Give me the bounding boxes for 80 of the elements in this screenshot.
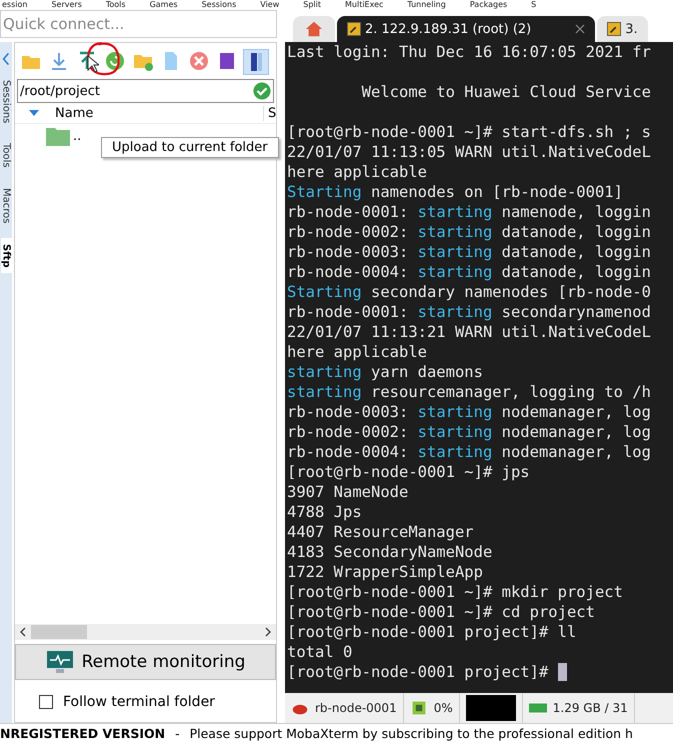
session-tab[interactable]: 3. xyxy=(597,16,648,42)
terminal-line: rb-node-0001: starting secondarynamenod xyxy=(287,302,651,322)
checkbox-label[interactable]: Follow terminal folder xyxy=(63,694,215,710)
side-tab[interactable]: Sftp xyxy=(0,238,12,273)
session-tab[interactable]: 2. 122.9.189.31 (root) (2) xyxy=(337,16,596,42)
remote-monitoring-button[interactable]: Remote monitoring xyxy=(15,644,276,680)
menu-item[interactable]: Split xyxy=(303,0,321,10)
terminal-line: Starting namenodes on [rb-node-0001] xyxy=(287,182,623,202)
home-tab[interactable] xyxy=(293,16,335,42)
check-icon xyxy=(253,82,271,100)
terminal-line: [root@rb-node-0001 project]# ll xyxy=(287,622,576,642)
menu-item[interactable]: Tools xyxy=(106,0,126,10)
terminal-line: [root@rb-node-0001 ~]# mkdir project xyxy=(287,582,623,602)
terminal-line: starting resourcemanager, logging to /h xyxy=(287,382,651,402)
chip-icon xyxy=(410,700,428,716)
side-tab[interactable]: Sessions xyxy=(0,74,12,130)
menu-item[interactable]: Servers xyxy=(51,0,82,10)
network-graph xyxy=(466,695,516,721)
terminal-line: Starting secondary namenodes [rb-node-0 xyxy=(287,282,651,302)
home-icon xyxy=(305,20,323,38)
path-field[interactable]: /root/project xyxy=(17,79,274,103)
terminal-line: Welcome to Huawei Cloud Service xyxy=(360,82,651,102)
monitor-icon xyxy=(46,650,74,674)
panel-icon[interactable] xyxy=(243,49,269,75)
terminal-line: here applicable xyxy=(287,342,427,362)
terminal-line: rb-node-0003: starting nodemanager, log xyxy=(287,402,651,422)
column-header[interactable]: S xyxy=(263,106,276,120)
side-tab[interactable]: Tools xyxy=(0,137,12,174)
file-name[interactable]: .. xyxy=(73,128,82,144)
terminal-line: 4183 SecondaryNameNode xyxy=(287,542,492,562)
terminal-line: [root@rb-node-0001 ~]# cd project xyxy=(287,602,595,622)
terminal-line: rb-node-0004: starting nodemanager, log xyxy=(287,442,651,462)
memory-usage: 1.29 GB / 31 xyxy=(552,701,628,715)
terminal-line: rb-node-0004: starting datanode, loggin xyxy=(287,262,651,282)
quick-connect-field[interactable]: Quick connect... xyxy=(0,10,277,38)
support-message: Please support MobaXterm by subscribing to the professional edition h xyxy=(190,726,633,740)
folder-icon xyxy=(45,125,71,147)
terminal-line: [root@rb-node-0001 ~]# start-dfs.sh ; s xyxy=(287,122,651,142)
menu-item[interactable]: S xyxy=(531,0,536,10)
menu-item[interactable]: MultiExec xyxy=(345,0,384,10)
terminal-line: starting yarn daemons xyxy=(287,362,483,382)
delete-icon[interactable] xyxy=(187,49,211,73)
terminal-line: 3907 NameNode xyxy=(287,482,408,502)
menu-item[interactable]: ession xyxy=(2,0,28,10)
close-icon[interactable] xyxy=(575,24,586,34)
terminal-line: rb-node-0002: starting nodemanager, log xyxy=(287,422,651,442)
text-cursor xyxy=(558,663,567,681)
checkbox[interactable] xyxy=(39,695,53,709)
cpu-usage: 0% xyxy=(434,701,453,715)
terminal-line: rb-node-0003: starting datanode, loggin xyxy=(287,242,651,262)
menu-item[interactable]: Sessions xyxy=(202,0,236,10)
side-tab[interactable]: Macros xyxy=(0,182,12,230)
terminal-line: Last login: Thu Dec 16 16:07:05 2021 fr xyxy=(287,42,651,62)
terminal-line: [root@rb-node-0001 project]# xyxy=(287,662,550,682)
separator-text: - xyxy=(175,726,180,740)
terminal-line: here applicable xyxy=(287,162,427,182)
terminal-line: [root@rb-node-0001 ~]# jps xyxy=(287,462,530,482)
menu-item[interactable]: Games xyxy=(150,0,178,10)
refresh-icon[interactable] xyxy=(103,49,127,73)
key-icon xyxy=(607,22,622,36)
menu-item[interactable]: View xyxy=(260,0,280,10)
sort-icon xyxy=(29,110,39,116)
chevron-left-icon[interactable] xyxy=(2,52,10,66)
terminal-line: 22/01/07 11:13:21 WARN util.NativeCodeL xyxy=(287,322,651,342)
terminal-line: rb-node-0001: starting namenode, loggin xyxy=(287,202,651,222)
horizontal-scrollbar[interactable] xyxy=(15,624,276,640)
terminal-line: 22/01/07 11:13:05 WARN util.NativeCodeL xyxy=(287,142,651,162)
terminal-line: rb-node-0002: starting datanode, loggin xyxy=(287,222,651,242)
menu-item[interactable]: Packages xyxy=(470,0,508,10)
menu-item[interactable]: Tunneling xyxy=(407,0,446,10)
cursor-icon xyxy=(87,55,99,73)
host-name: rb-node-0001 xyxy=(315,701,397,715)
tooltip: Upload to current folder xyxy=(101,137,279,158)
terminal-line: total 0 xyxy=(287,642,352,662)
unregistered-label: NREGISTERED VERSION xyxy=(0,726,166,740)
terminal-line: 4407 ResourceManager xyxy=(287,522,474,542)
terminal-line: 1722 WrapperSimpleApp xyxy=(287,562,483,582)
key-icon xyxy=(347,22,361,36)
terminal-line: 4788 Jps xyxy=(287,502,362,522)
column-header[interactable]: Name xyxy=(55,106,263,120)
